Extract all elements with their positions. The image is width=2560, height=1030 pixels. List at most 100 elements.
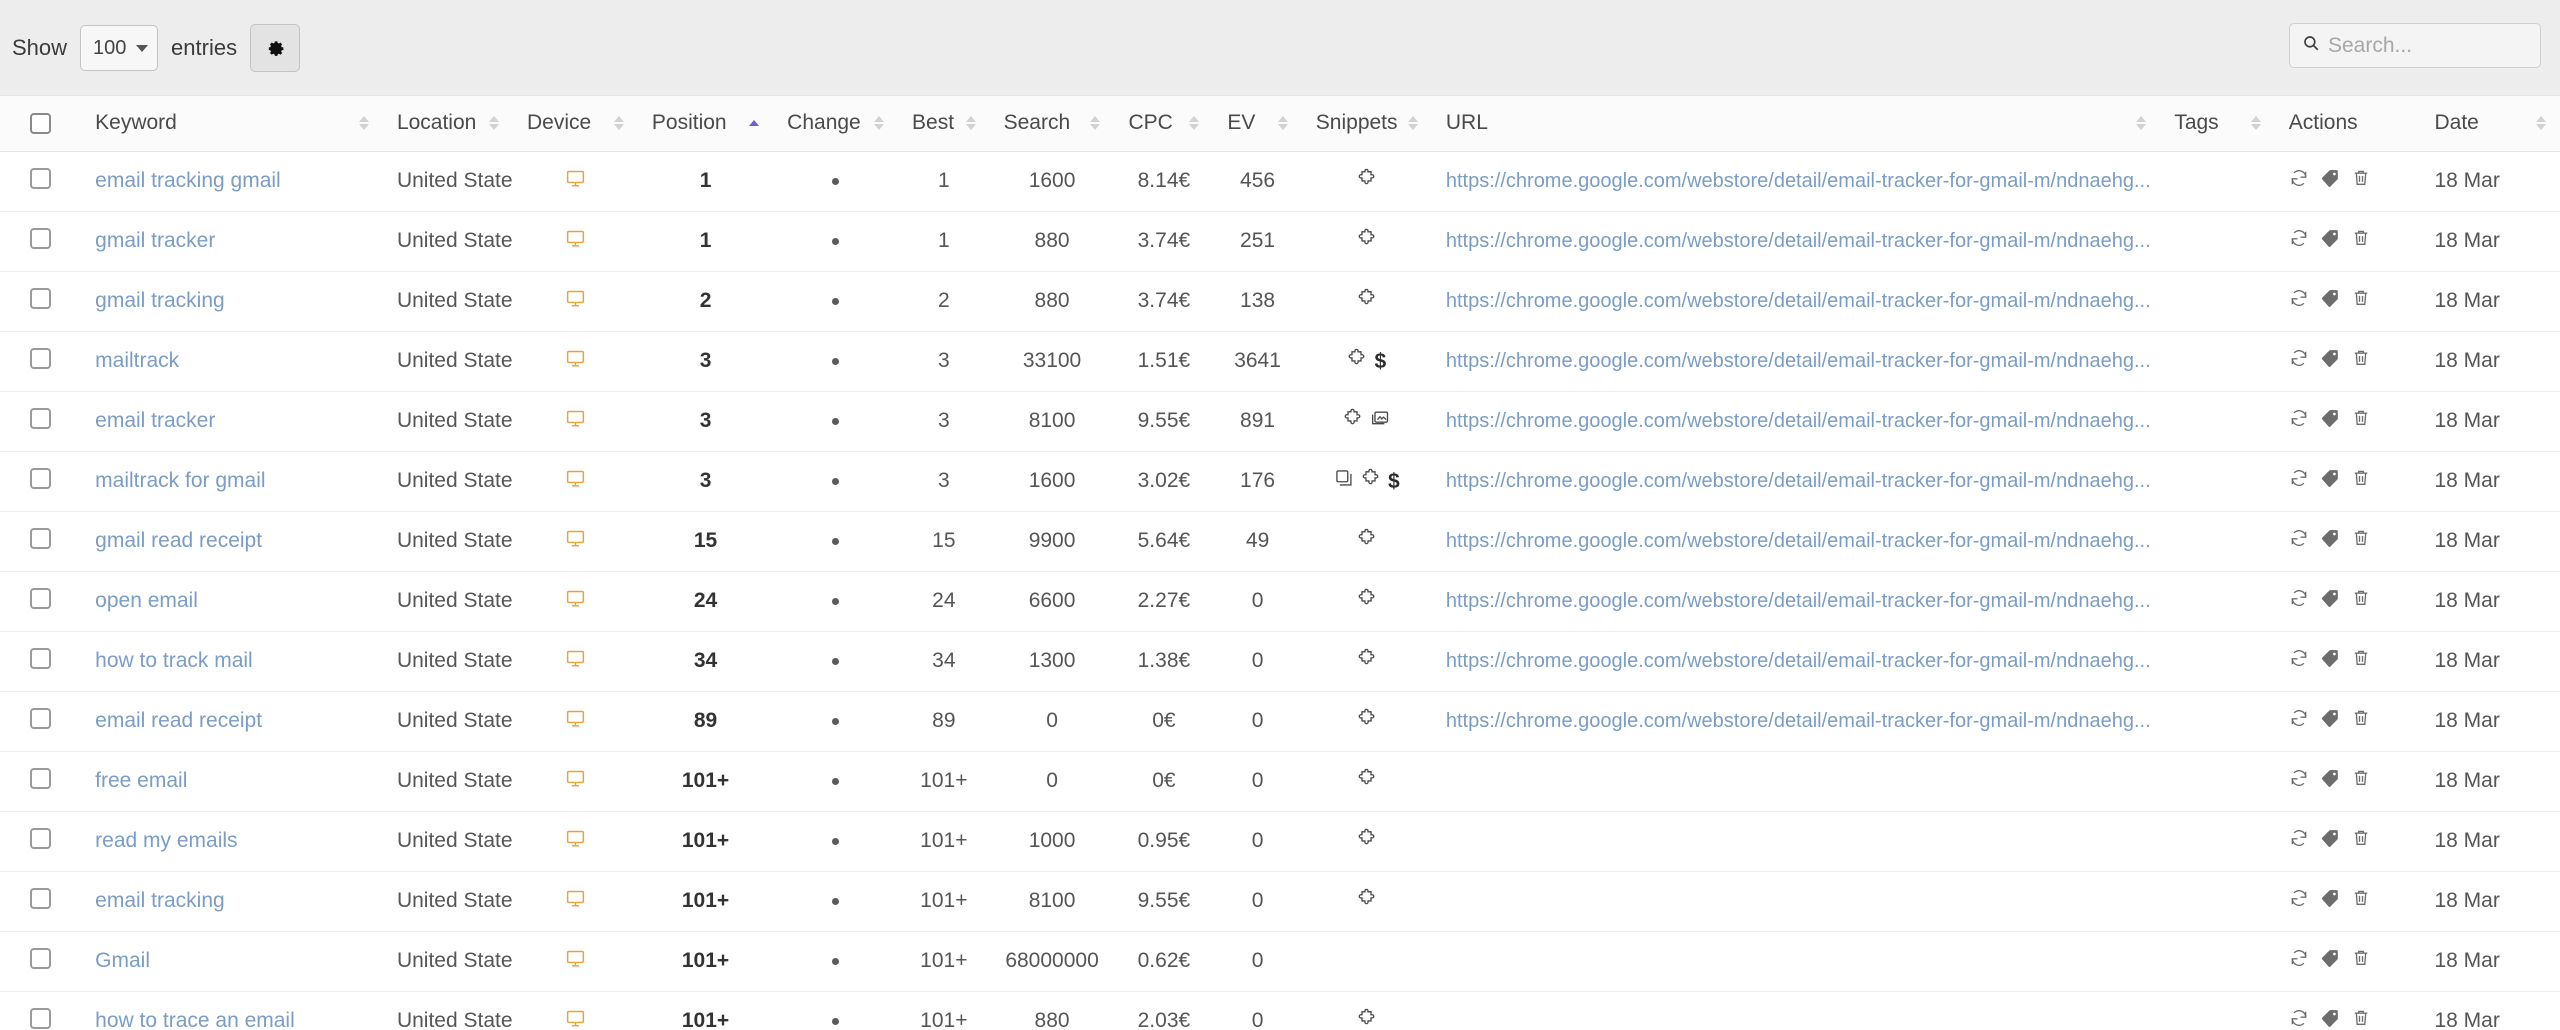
tag-icon[interactable] (2320, 528, 2340, 554)
trash-icon[interactable] (2351, 888, 2371, 914)
tag-icon[interactable] (2320, 828, 2340, 854)
refresh-icon[interactable] (2289, 1008, 2309, 1030)
row-checkbox[interactable] (30, 947, 52, 969)
refresh-icon[interactable] (2289, 168, 2309, 194)
cell-keyword[interactable]: gmail read receipt (81, 511, 383, 572)
cell-select[interactable] (0, 871, 82, 932)
row-checkbox[interactable] (30, 167, 52, 189)
column-header-position[interactable]: Position (637, 96, 774, 152)
url-link[interactable]: https://chrome.google.com/webstore/detai… (1446, 410, 2151, 432)
refresh-icon[interactable] (2289, 588, 2309, 614)
column-header-snippets[interactable]: Snippets (1301, 96, 1432, 152)
column-header-date[interactable]: Date (2420, 96, 2560, 152)
refresh-icon[interactable] (2289, 648, 2309, 674)
url-link[interactable]: https://chrome.google.com/webstore/detai… (1446, 710, 2151, 732)
row-checkbox[interactable] (30, 587, 52, 609)
row-checkbox[interactable] (30, 407, 52, 429)
url-link[interactable]: https://chrome.google.com/webstore/detai… (1446, 230, 2151, 252)
cell-keyword[interactable]: how to trace an email (81, 991, 383, 1030)
cell-url[interactable]: https://chrome.google.com/webstore/detai… (1431, 571, 2161, 632)
keyword-link[interactable]: email read receipt (95, 709, 262, 732)
trash-icon[interactable] (2351, 348, 2371, 374)
column-header-location[interactable]: Location (382, 96, 514, 152)
sort-icon-tags[interactable] (2250, 116, 2261, 131)
keyword-link[interactable]: free email (95, 769, 187, 792)
trash-icon[interactable] (2351, 648, 2371, 674)
refresh-icon[interactable] (2289, 828, 2309, 854)
cell-keyword[interactable]: mailtrack (81, 331, 383, 392)
url-link[interactable]: https://chrome.google.com/webstore/detai… (1446, 170, 2151, 192)
url-link[interactable]: https://chrome.google.com/webstore/detai… (1446, 650, 2151, 672)
column-header-url[interactable]: URL (1431, 96, 2161, 152)
cell-url[interactable]: https://chrome.google.com/webstore/detai… (1431, 391, 2161, 452)
cell-select[interactable] (0, 151, 82, 212)
trash-icon[interactable] (2351, 288, 2371, 314)
tag-icon[interactable] (2320, 648, 2340, 674)
refresh-icon[interactable] (2289, 228, 2309, 254)
cell-select[interactable] (0, 811, 82, 872)
cell-keyword[interactable]: gmail tracking (81, 271, 383, 332)
tag-icon[interactable] (2320, 288, 2340, 314)
trash-icon[interactable] (2351, 768, 2371, 794)
refresh-icon[interactable] (2289, 768, 2309, 794)
sort-icon-search[interactable] (1090, 116, 1101, 131)
cell-select[interactable] (0, 331, 82, 392)
column-header-keyword[interactable]: Keyword (81, 96, 383, 152)
column-header-best[interactable]: Best (898, 96, 990, 152)
trash-icon[interactable] (2351, 408, 2371, 434)
trash-icon[interactable] (2351, 528, 2371, 554)
tag-icon[interactable] (2320, 708, 2340, 734)
row-checkbox[interactable] (30, 767, 52, 789)
cell-keyword[interactable]: email tracker (81, 391, 383, 452)
sort-icon-url[interactable] (2136, 116, 2147, 131)
sort-icon-change[interactable] (874, 116, 885, 131)
cell-keyword[interactable]: read my emails (81, 811, 383, 872)
url-link[interactable]: https://chrome.google.com/webstore/detai… (1446, 350, 2151, 372)
refresh-icon[interactable] (2289, 948, 2309, 974)
row-checkbox[interactable] (30, 347, 52, 369)
cell-keyword[interactable]: gmail tracker (81, 211, 383, 272)
cell-select[interactable] (0, 511, 82, 572)
trash-icon[interactable] (2351, 948, 2371, 974)
sort-icon-best[interactable] (965, 116, 976, 131)
trash-icon[interactable] (2351, 228, 2371, 254)
url-link[interactable]: https://chrome.google.com/webstore/detai… (1446, 590, 2151, 612)
refresh-icon[interactable] (2289, 708, 2309, 734)
keyword-link[interactable]: mailtrack for gmail (95, 469, 265, 492)
cell-keyword[interactable]: mailtrack for gmail (81, 451, 383, 512)
cell-url[interactable]: https://chrome.google.com/webstore/detai… (1431, 271, 2161, 332)
refresh-icon[interactable] (2289, 288, 2309, 314)
cell-select[interactable] (0, 211, 82, 272)
cell-keyword[interactable]: email tracking gmail (81, 151, 383, 212)
cell-select[interactable] (0, 571, 82, 632)
column-header-change[interactable]: Change (773, 96, 899, 152)
trash-icon[interactable] (2351, 1008, 2371, 1030)
keyword-link[interactable]: open email (95, 589, 198, 612)
cell-url[interactable]: https://chrome.google.com/webstore/detai… (1431, 451, 2161, 512)
column-header-device[interactable]: Device (513, 96, 638, 152)
column-header-cpc[interactable]: CPC (1114, 96, 1214, 152)
cell-keyword[interactable]: email tracking (81, 871, 383, 932)
trash-icon[interactable] (2351, 828, 2371, 854)
url-link[interactable]: https://chrome.google.com/webstore/detai… (1446, 470, 2151, 492)
cell-select[interactable] (0, 991, 82, 1030)
keyword-link[interactable]: email tracking (95, 889, 225, 912)
row-checkbox[interactable] (30, 887, 52, 909)
sort-icon-position-asc[interactable] (749, 120, 760, 127)
url-link[interactable]: https://chrome.google.com/webstore/detai… (1446, 290, 2151, 312)
tag-icon[interactable] (2320, 768, 2340, 794)
column-header-tags[interactable]: Tags (2160, 96, 2275, 152)
sort-icon-ev[interactable] (1277, 116, 1288, 131)
tag-icon[interactable] (2320, 468, 2340, 494)
cell-select[interactable] (0, 391, 82, 452)
keyword-link[interactable]: how to trace an email (95, 1009, 295, 1030)
cell-keyword[interactable]: open email (81, 571, 383, 632)
column-header-ev[interactable]: EV (1213, 96, 1302, 152)
row-checkbox[interactable] (30, 827, 52, 849)
row-checkbox[interactable] (30, 227, 52, 249)
cell-select[interactable] (0, 691, 82, 752)
cell-url[interactable]: https://chrome.google.com/webstore/detai… (1431, 331, 2161, 392)
tag-icon[interactable] (2320, 408, 2340, 434)
keyword-link[interactable]: mailtrack (95, 349, 179, 372)
refresh-icon[interactable] (2289, 468, 2309, 494)
